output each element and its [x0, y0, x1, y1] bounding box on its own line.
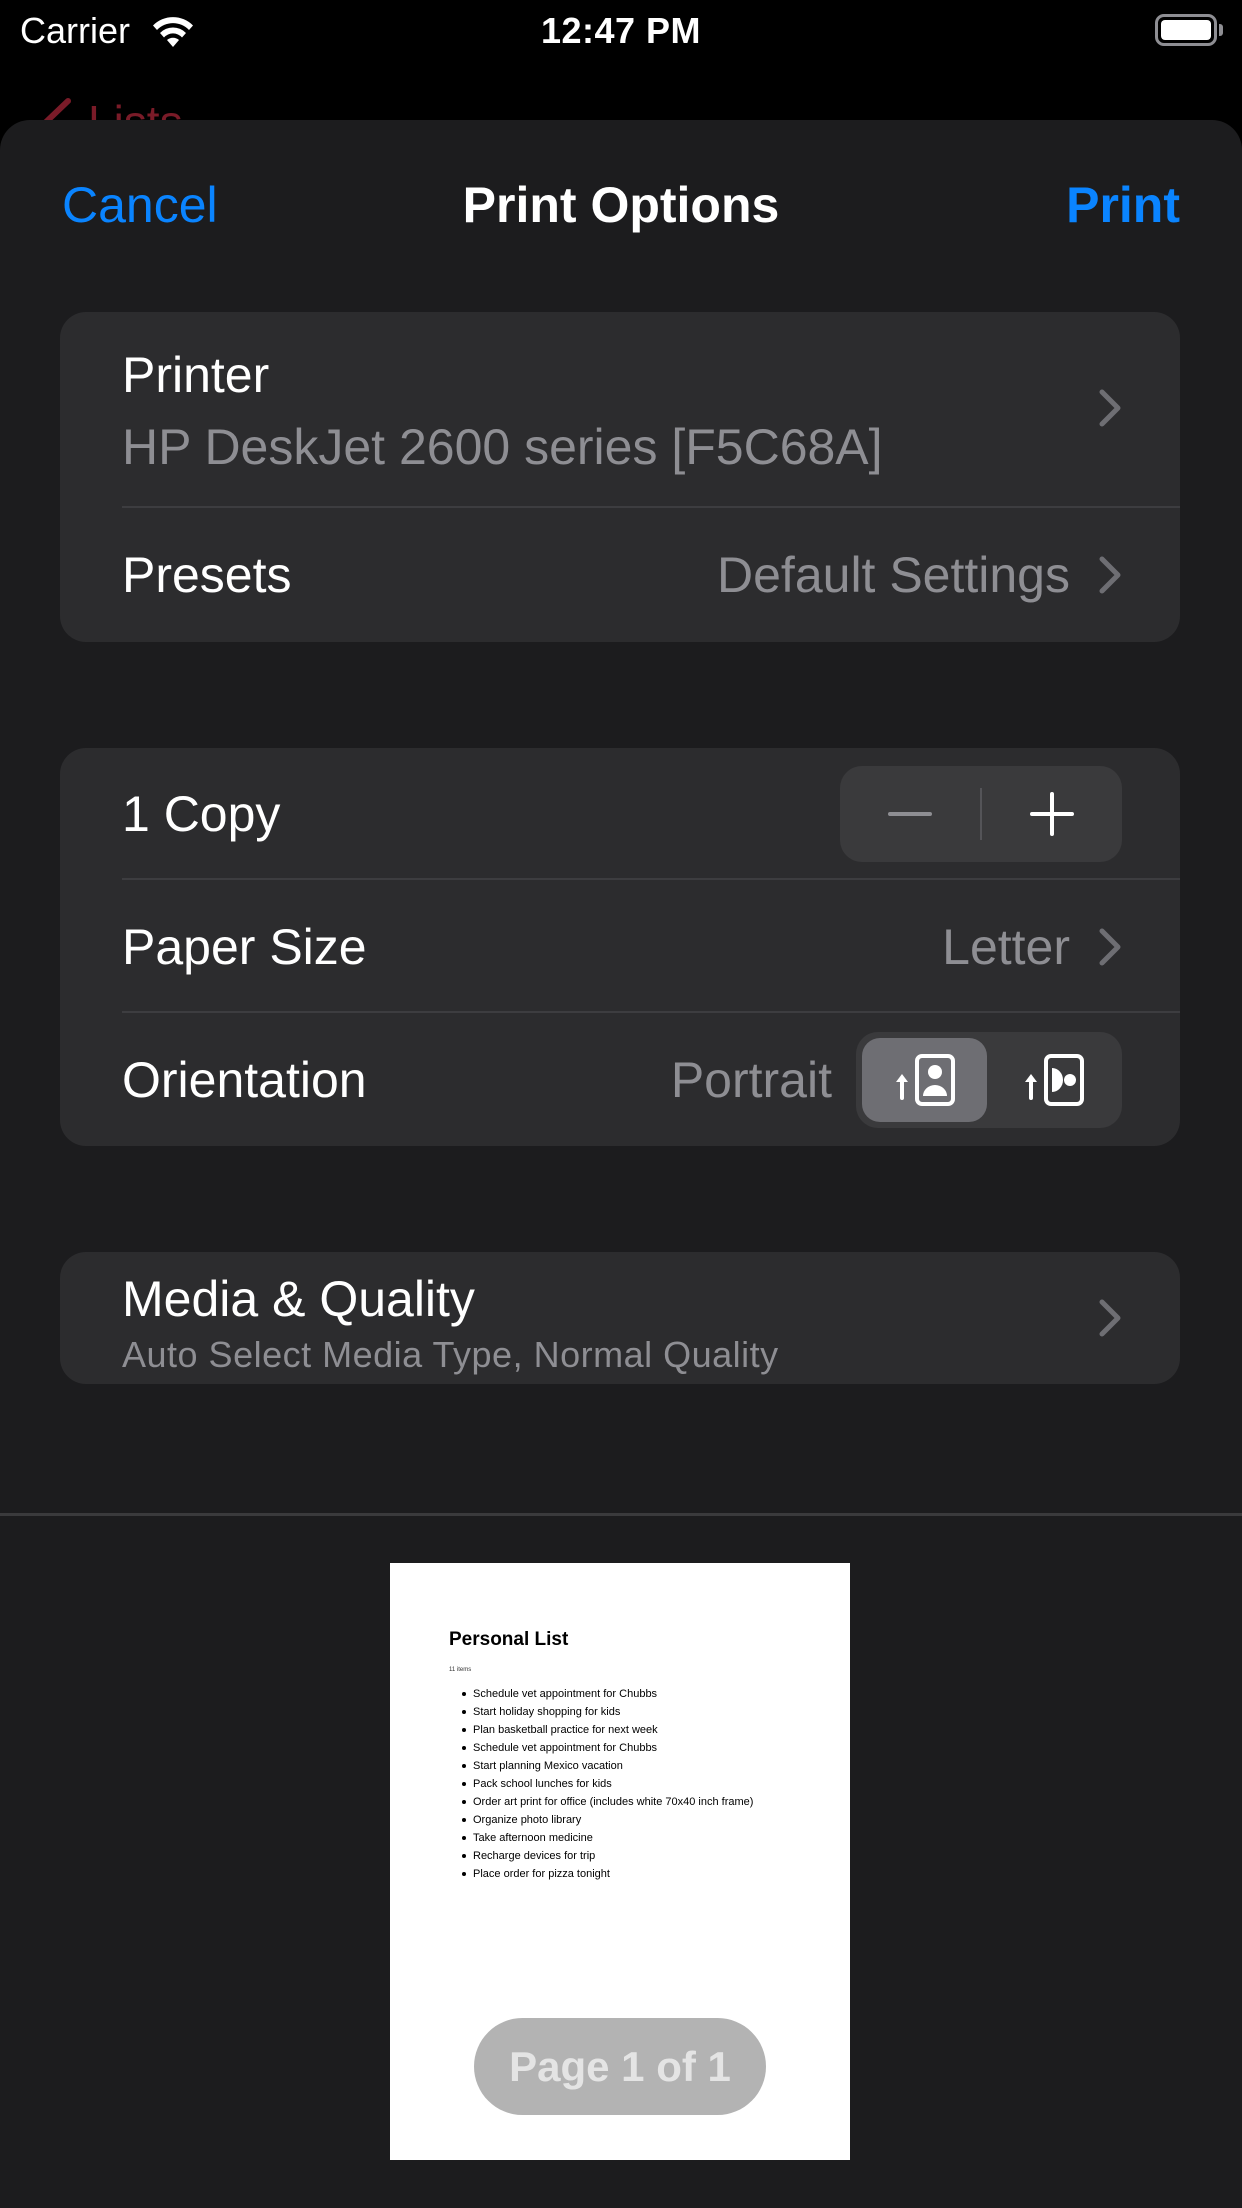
plus-icon	[1030, 792, 1074, 836]
printer-name: HP DeskJet 2600 series [F5C68A]	[122, 419, 883, 475]
chevron-right-icon	[1099, 556, 1121, 594]
list-item: Place order for pizza tonight	[461, 1865, 753, 1883]
copies-row: 1 Copy	[60, 748, 1180, 880]
preview-item-list: Schedule vet appointment for Chubbs Star…	[461, 1685, 753, 1883]
orientation-row: Orientation Portrait	[60, 1013, 1180, 1146]
portrait-orientation-icon	[895, 1053, 955, 1106]
preview-doc-title: Personal List	[449, 1629, 569, 1650]
chevron-right-icon	[1099, 1299, 1121, 1337]
decrement-copies-button[interactable]	[840, 766, 980, 862]
presets-label: Presets	[122, 547, 292, 603]
copies-stepper[interactable]	[840, 766, 1122, 862]
portrait-option[interactable]	[862, 1037, 987, 1122]
media-quality-group: Media & Quality Auto Select Media Type, …	[60, 1252, 1180, 1384]
preview-doc-count: 11 items	[449, 1667, 472, 1673]
landscape-orientation-icon	[1024, 1053, 1084, 1106]
list-item: Start planning Mexico vacation	[461, 1757, 753, 1775]
increment-copies-button[interactable]	[982, 766, 1122, 862]
print-options-sheet: Cancel Print Options Print Printer HP De…	[0, 120, 1242, 2208]
battery-full-icon	[1155, 14, 1217, 46]
list-item: Recharge devices for trip	[461, 1847, 753, 1865]
print-button[interactable]: Print	[1066, 176, 1180, 234]
list-item: Organize photo library	[461, 1811, 753, 1829]
list-item: Schedule vet appointment for Chubbs	[461, 1739, 753, 1757]
list-item: Plan basketball practice for next week	[461, 1721, 753, 1739]
print-preview-page[interactable]: Personal List 11 items Schedule vet appo…	[390, 1563, 850, 2160]
list-item: Schedule vet appointment for Chubbs	[461, 1685, 753, 1703]
minus-icon	[888, 812, 932, 816]
media-quality-value: Auto Select Media Type, Normal Quality	[122, 1334, 779, 1375]
list-item: Take afternoon medicine	[461, 1829, 753, 1847]
media-quality-row[interactable]: Media & Quality Auto Select Media Type, …	[60, 1252, 1180, 1384]
paper-size-label: Paper Size	[122, 918, 367, 975]
printer-settings-group: Printer HP DeskJet 2600 series [F5C68A] …	[60, 312, 1180, 642]
list-item: Start holiday shopping for kids	[461, 1703, 753, 1721]
orientation-label: Orientation	[122, 1051, 367, 1108]
cancel-button[interactable]: Cancel	[62, 176, 218, 234]
list-item: Order art print for office (includes whi…	[461, 1793, 753, 1811]
page-indicator-badge: Page 1 of 1	[474, 2018, 766, 2115]
presets-row[interactable]: Presets Default Settings	[60, 508, 1180, 642]
preview-divider	[0, 1513, 1242, 1516]
status-bar: Carrier 12:47 PM	[0, 0, 1242, 62]
chevron-right-icon	[1099, 389, 1121, 427]
paper-size-row[interactable]: Paper Size Letter	[60, 880, 1180, 1013]
orientation-value: Portrait	[670, 1051, 832, 1108]
printer-label: Printer	[122, 347, 270, 403]
copies-label: 1 Copy	[122, 786, 281, 842]
media-quality-label: Media & Quality	[122, 1271, 475, 1327]
battery-nub	[1219, 24, 1223, 36]
paper-size-value: Letter	[942, 918, 1070, 975]
page-settings-group: 1 Copy Paper Size Letter Orientation Por…	[60, 748, 1180, 1146]
landscape-option[interactable]	[991, 1038, 1116, 1122]
printer-row[interactable]: Printer HP DeskJet 2600 series [F5C68A]	[60, 312, 1180, 508]
chevron-right-icon	[1099, 928, 1121, 965]
clock: 12:47 PM	[540, 10, 702, 51]
list-item: Pack school lunches for kids	[461, 1775, 753, 1793]
orientation-segmented-control[interactable]	[856, 1031, 1122, 1128]
presets-value: Default Settings	[717, 547, 1070, 603]
